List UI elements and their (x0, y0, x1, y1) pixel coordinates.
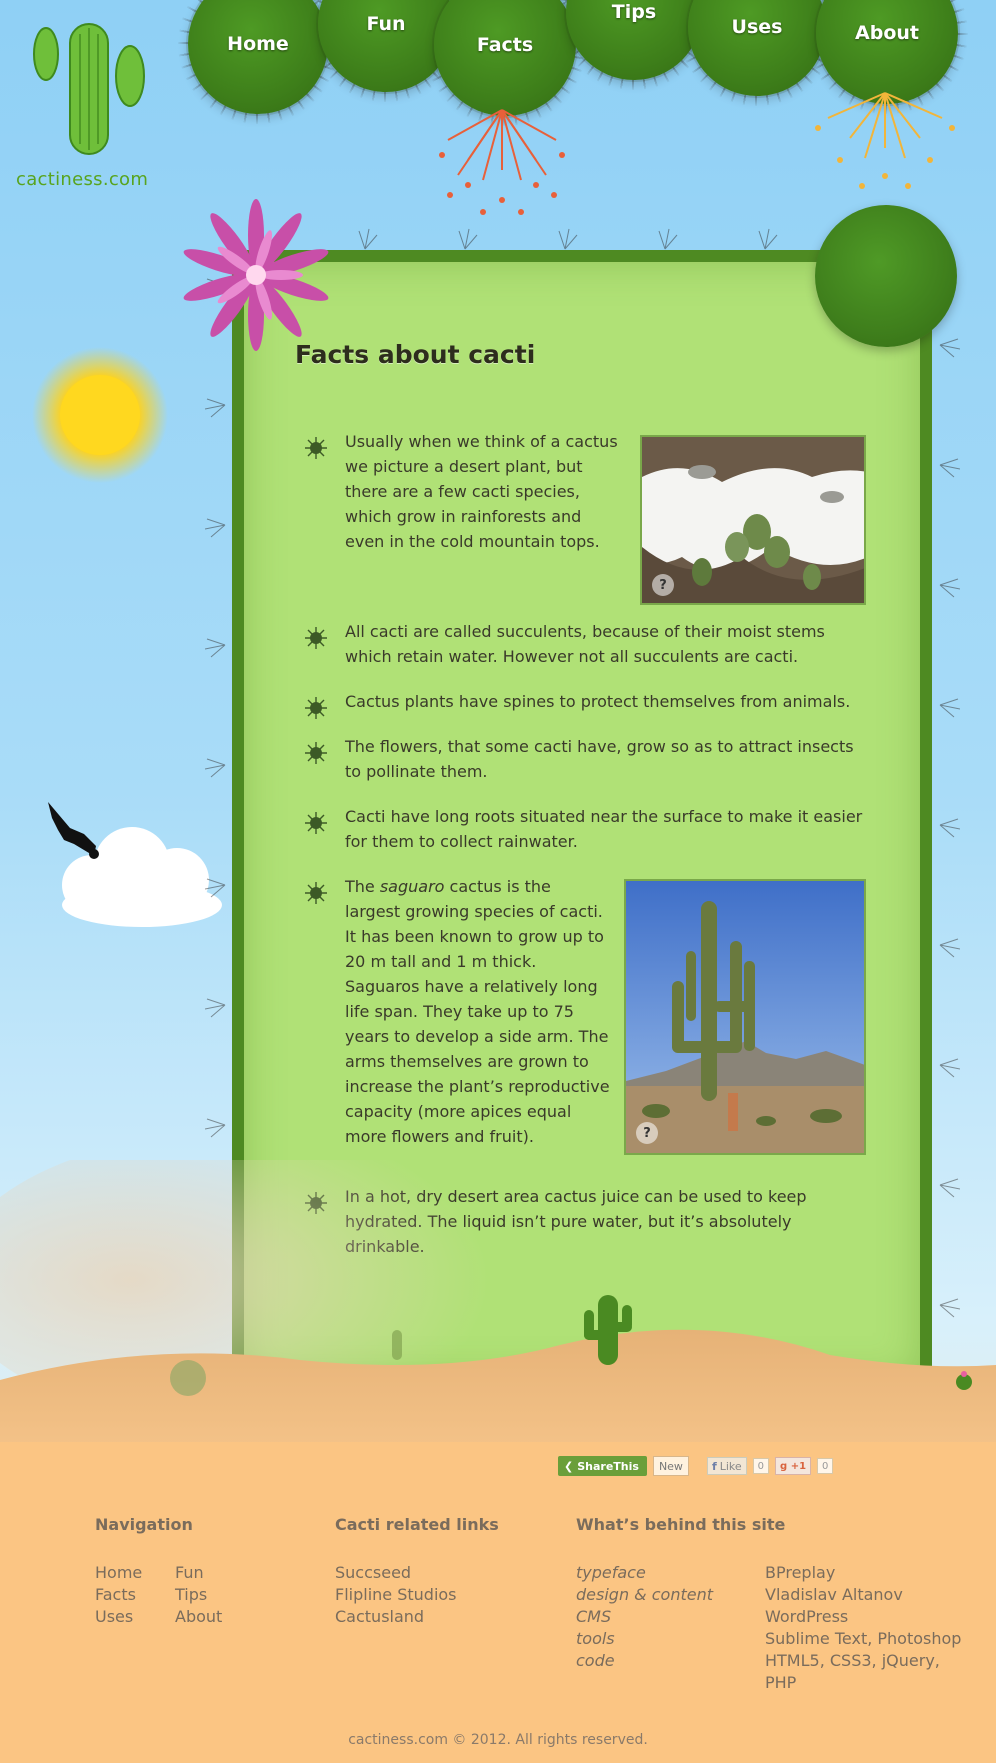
footer-navigation-heading: Navigation (95, 1515, 193, 1534)
fact-flowers: The flowers, that some cacti have, grow … (345, 737, 854, 781)
logo-text: cactiness.com (16, 169, 149, 190)
fact-saguaro-text: cactus is the largest growing species of… (345, 877, 610, 1146)
spike-bullet-icon (305, 742, 327, 764)
footer-behind-values: BPreplay Vladislav Altanov WordPress Sub… (765, 1562, 961, 1694)
footer-nav-col1: Home Facts Uses (95, 1562, 142, 1628)
behind-label-tools: tools (576, 1629, 615, 1648)
behind-value-tools[interactable]: Sublime Text, Photoshop (765, 1628, 961, 1650)
behind-label-cms: CMS (576, 1607, 612, 1626)
cactus-logo-icon (33, 23, 145, 155)
fact-roots: Cacti have long roots situated near the … (345, 807, 863, 851)
facebook-like-button[interactable]: f Like (706, 1457, 747, 1475)
corner-cactus-ball (815, 205, 957, 347)
behind-value-typeface[interactable]: BPreplay (765, 1562, 961, 1584)
gplus-label: +1 (790, 1460, 807, 1472)
sun-icon (32, 347, 168, 483)
behind-label-typeface: typeface (576, 1563, 646, 1582)
footer-link-succseed[interactable]: Succseed (335, 1562, 457, 1584)
footer-link-uses[interactable]: Uses (95, 1606, 142, 1628)
footer-nav-col2: Fun Tips About (175, 1562, 222, 1628)
snow-cactus-image (642, 437, 864, 603)
footer-link-tips[interactable]: Tips (175, 1584, 222, 1606)
footer-behind-labels: typeface design & content CMS tools code (576, 1562, 713, 1672)
behind-value-code[interactable]: HTML5, CSS3, jQuery, (765, 1650, 961, 1672)
photo-info-icon[interactable]: ? (636, 1122, 658, 1144)
gplus-button[interactable]: g +1 (775, 1457, 812, 1475)
nav-fun-label: Fun (366, 13, 406, 35)
behind-value-cms[interactable]: WordPress (765, 1606, 961, 1628)
fact-spines: Cactus plants have spines to protect the… (345, 692, 851, 711)
like-count: 0 (752, 1458, 770, 1474)
site-logo[interactable]: cactiness.com (14, 14, 154, 194)
nav-tips-label: Tips (611, 1, 657, 23)
desert-ground-decoration (0, 1160, 996, 1460)
sharethis-button[interactable]: ❮ ShareThis (558, 1456, 647, 1476)
behind-label-code: code (576, 1651, 615, 1670)
saguaro-photo[interactable]: ? (624, 879, 866, 1155)
footer-link-fun[interactable]: Fun (175, 1562, 222, 1584)
sharethis-label: ShareThis (577, 1459, 639, 1473)
behind-value-design[interactable]: Vladislav Altanov (765, 1584, 961, 1606)
fact-saguaro-lead: The (345, 877, 380, 896)
footer-link-about[interactable]: About (175, 1606, 222, 1628)
spike-bullet-icon (305, 697, 327, 719)
nav-home-label: Home (227, 33, 289, 55)
share-new-badge[interactable]: New (652, 1456, 689, 1476)
spike-bullet-icon (305, 882, 327, 904)
yellow-flower-burst-icon (815, 92, 955, 189)
nav-facts-label: Facts (476, 34, 534, 56)
like-label: Like (719, 1459, 742, 1473)
spike-bullet-icon (305, 812, 327, 834)
snow-cactus-photo[interactable]: ? (640, 435, 866, 605)
spike-bullet-icon (305, 437, 327, 459)
spike-bullet-icon (305, 627, 327, 649)
red-flower-burst-icon (439, 109, 565, 215)
fact-succulents: All cacti are called succulents, because… (345, 622, 825, 666)
gplus-icon: g (780, 1460, 791, 1472)
footer-link-flipline[interactable]: Flipline Studios (335, 1584, 457, 1606)
copyright-text: cactiness.com © 2012. All rights reserve… (348, 1732, 648, 1748)
footer-behind-heading: What’s behind this site (576, 1515, 786, 1534)
facebook-icon: f (711, 1459, 717, 1473)
footer-links-col: Succseed Flipline Studios Cactusland (335, 1562, 457, 1628)
pink-flower-icon (183, 199, 329, 351)
nav-about-label: About (855, 22, 919, 44)
behind-value-code-cont[interactable]: PHP (765, 1672, 961, 1694)
footer-links-heading: Cacti related links (335, 1515, 499, 1534)
share-bar: ❮ ShareThis New f Like 0 g +1 0 (558, 1455, 834, 1477)
page-title: Facts about cacti (295, 340, 536, 369)
behind-label-design: design & content (576, 1585, 713, 1604)
footer-link-home[interactable]: Home (95, 1562, 142, 1584)
fact-saguaro-emphasis: saguaro (379, 877, 445, 896)
saguaro-image (626, 881, 864, 1153)
photo-info-icon[interactable]: ? (652, 574, 674, 596)
fact-saguaro: The saguaro cactus is the largest growin… (345, 874, 610, 1149)
nav-uses-label: Uses (731, 16, 783, 38)
footer-link-facts[interactable]: Facts (95, 1584, 142, 1606)
fact-rainforest: Usually when we think of a cactus we pic… (345, 432, 618, 551)
share-icon: ❮ (564, 1459, 574, 1473)
gplus-count: 0 (817, 1458, 834, 1474)
vulture-bird-icon (48, 802, 99, 859)
footer-link-cactusland[interactable]: Cactusland (335, 1606, 457, 1628)
